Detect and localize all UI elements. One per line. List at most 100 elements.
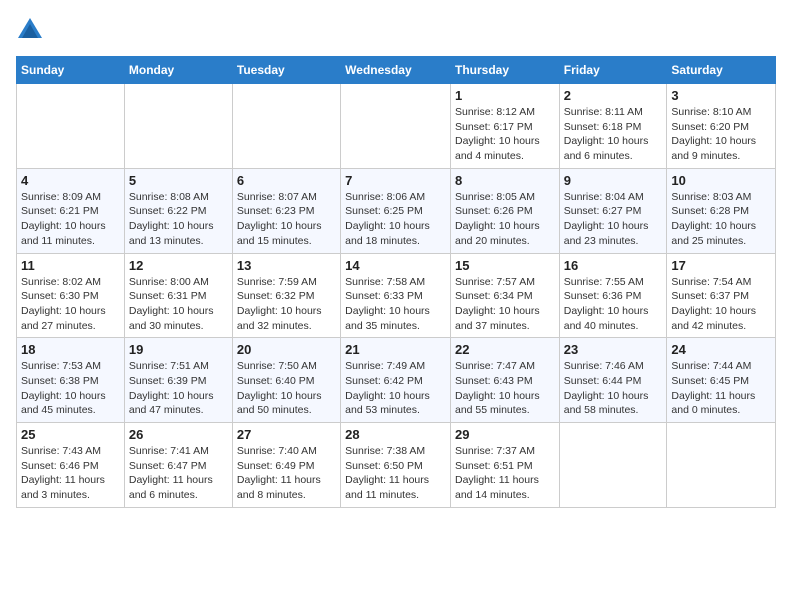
day-info: Sunrise: 7:51 AM Sunset: 6:39 PM Dayligh… — [129, 359, 228, 418]
day-info: Sunrise: 8:00 AM Sunset: 6:31 PM Dayligh… — [129, 275, 228, 334]
day-number: 21 — [345, 342, 446, 357]
day-info: Sunrise: 7:46 AM Sunset: 6:44 PM Dayligh… — [564, 359, 663, 418]
day-info: Sunrise: 7:43 AM Sunset: 6:46 PM Dayligh… — [21, 444, 120, 503]
day-info: Sunrise: 7:53 AM Sunset: 6:38 PM Dayligh… — [21, 359, 120, 418]
day-number: 26 — [129, 427, 228, 442]
day-cell: 23 Sunrise: 7:46 AM Sunset: 6:44 PM Dayli… — [559, 338, 667, 423]
day-cell: 21 Sunrise: 7:49 AM Sunset: 6:42 PM Dayli… — [341, 338, 451, 423]
day-cell: 17Sunrise: 7:54 AM Sunset: 6:37 PM Dayli… — [667, 253, 776, 338]
day-number: 13 — [237, 258, 336, 273]
day-info: Sunrise: 7:57 AM Sunset: 6:34 PM Dayligh… — [455, 275, 555, 334]
day-number: 5 — [129, 173, 228, 188]
day-number: 2 — [564, 88, 663, 103]
day-number: 18 — [21, 342, 120, 357]
logo — [16, 16, 48, 44]
day-cell: 29 Sunrise: 7:37 AM Sunset: 6:51 PM Dayli… — [450, 423, 559, 508]
day-cell: 1 Sunrise: 8:12 AM Sunset: 6:17 PM Daylig… — [450, 84, 559, 169]
day-cell: 24 Sunrise: 7:44 AM Sunset: 6:45 PM Dayli… — [667, 338, 776, 423]
day-info: Sunrise: 8:06 AM Sunset: 6:25 PM Dayligh… — [345, 190, 446, 249]
day-info: Sunrise: 8:04 AM Sunset: 6:27 PM Dayligh… — [564, 190, 663, 249]
day-cell: 9 Sunrise: 8:04 AM Sunset: 6:27 PM Daylig… — [559, 168, 667, 253]
day-cell: 6 Sunrise: 8:07 AM Sunset: 6:23 PM Daylig… — [232, 168, 340, 253]
day-cell — [17, 84, 125, 169]
day-info: Sunrise: 7:58 AM Sunset: 6:33 PM Dayligh… — [345, 275, 446, 334]
day-number: 4 — [21, 173, 120, 188]
day-info: Sunrise: 7:59 AM Sunset: 6:32 PM Dayligh… — [237, 275, 336, 334]
day-info: Sunrise: 7:50 AM Sunset: 6:40 PM Dayligh… — [237, 359, 336, 418]
day-cell: 13 Sunrise: 7:59 AM Sunset: 6:32 PM Dayli… — [232, 253, 340, 338]
week-row-4: 18 Sunrise: 7:53 AM Sunset: 6:38 PM Dayli… — [17, 338, 776, 423]
day-cell: 16Sunrise: 7:55 AM Sunset: 6:36 PM Dayli… — [559, 253, 667, 338]
day-number: 15 — [455, 258, 555, 273]
day-info: Sunrise: 8:09 AM Sunset: 6:21 PM Dayligh… — [21, 190, 120, 249]
day-cell: 3Sunrise: 8:10 AM Sunset: 6:20 PM Daylig… — [667, 84, 776, 169]
week-row-3: 11 Sunrise: 8:02 AM Sunset: 6:30 PM Dayli… — [17, 253, 776, 338]
header-monday: Monday — [124, 57, 232, 84]
day-number: 19 — [129, 342, 228, 357]
day-info: Sunrise: 8:03 AM Sunset: 6:28 PM Dayligh… — [671, 190, 771, 249]
day-info: Sunrise: 8:07 AM Sunset: 6:23 PM Dayligh… — [237, 190, 336, 249]
day-cell: 2Sunrise: 8:11 AM Sunset: 6:18 PM Daylig… — [559, 84, 667, 169]
day-cell — [232, 84, 340, 169]
day-cell: 10 Sunrise: 8:03 AM Sunset: 6:28 PM Dayli… — [667, 168, 776, 253]
header-saturday: Saturday — [667, 57, 776, 84]
calendar-table: SundayMondayTuesdayWednesdayThursdayFrid… — [16, 56, 776, 508]
header-tuesday: Tuesday — [232, 57, 340, 84]
day-info: Sunrise: 7:44 AM Sunset: 6:45 PM Dayligh… — [671, 359, 771, 418]
day-cell: 18 Sunrise: 7:53 AM Sunset: 6:38 PM Dayli… — [17, 338, 125, 423]
day-number: 12 — [129, 258, 228, 273]
day-number: 3 — [671, 88, 771, 103]
header-sunday: Sunday — [17, 57, 125, 84]
logo-icon — [16, 16, 44, 44]
header-thursday: Thursday — [450, 57, 559, 84]
day-number: 9 — [564, 173, 663, 188]
day-info: Sunrise: 7:41 AM Sunset: 6:47 PM Dayligh… — [129, 444, 228, 503]
day-number: 11 — [21, 258, 120, 273]
day-number: 22 — [455, 342, 555, 357]
day-cell: 27 Sunrise: 7:40 AM Sunset: 6:49 PM Dayli… — [232, 423, 340, 508]
day-cell: 11 Sunrise: 8:02 AM Sunset: 6:30 PM Dayli… — [17, 253, 125, 338]
day-cell: 25Sunrise: 7:43 AM Sunset: 6:46 PM Dayli… — [17, 423, 125, 508]
day-info: Sunrise: 7:38 AM Sunset: 6:50 PM Dayligh… — [345, 444, 446, 503]
day-number: 1 — [455, 88, 555, 103]
header-wednesday: Wednesday — [341, 57, 451, 84]
page-header — [16, 16, 776, 44]
day-cell: 19 Sunrise: 7:51 AM Sunset: 6:39 PM Dayli… — [124, 338, 232, 423]
day-number: 10 — [671, 173, 771, 188]
day-cell — [667, 423, 776, 508]
day-cell: 4 Sunrise: 8:09 AM Sunset: 6:21 PM Daylig… — [17, 168, 125, 253]
calendar-header-row: SundayMondayTuesdayWednesdayThursdayFrid… — [17, 57, 776, 84]
day-cell: 15 Sunrise: 7:57 AM Sunset: 6:34 PM Dayli… — [450, 253, 559, 338]
day-info: Sunrise: 7:49 AM Sunset: 6:42 PM Dayligh… — [345, 359, 446, 418]
day-info: Sunrise: 7:54 AM Sunset: 6:37 PM Dayligh… — [671, 275, 771, 334]
day-cell — [341, 84, 451, 169]
day-cell — [124, 84, 232, 169]
day-cell: 14 Sunrise: 7:58 AM Sunset: 6:33 PM Dayli… — [341, 253, 451, 338]
day-info: Sunrise: 7:47 AM Sunset: 6:43 PM Dayligh… — [455, 359, 555, 418]
day-info: Sunrise: 8:02 AM Sunset: 6:30 PM Dayligh… — [21, 275, 120, 334]
day-number: 8 — [455, 173, 555, 188]
week-row-5: 25Sunrise: 7:43 AM Sunset: 6:46 PM Dayli… — [17, 423, 776, 508]
day-number: 14 — [345, 258, 446, 273]
day-info: Sunrise: 8:05 AM Sunset: 6:26 PM Dayligh… — [455, 190, 555, 249]
day-cell: 20Sunrise: 7:50 AM Sunset: 6:40 PM Dayli… — [232, 338, 340, 423]
day-number: 28 — [345, 427, 446, 442]
day-number: 6 — [237, 173, 336, 188]
day-cell: 12 Sunrise: 8:00 AM Sunset: 6:31 PM Dayli… — [124, 253, 232, 338]
day-number: 29 — [455, 427, 555, 442]
day-number: 7 — [345, 173, 446, 188]
day-cell: 5 Sunrise: 8:08 AM Sunset: 6:22 PM Daylig… — [124, 168, 232, 253]
day-cell: 28 Sunrise: 7:38 AM Sunset: 6:50 PM Dayli… — [341, 423, 451, 508]
day-cell: 8 Sunrise: 8:05 AM Sunset: 6:26 PM Daylig… — [450, 168, 559, 253]
header-friday: Friday — [559, 57, 667, 84]
week-row-2: 4 Sunrise: 8:09 AM Sunset: 6:21 PM Daylig… — [17, 168, 776, 253]
week-row-1: 1 Sunrise: 8:12 AM Sunset: 6:17 PM Daylig… — [17, 84, 776, 169]
day-number: 23 — [564, 342, 663, 357]
day-info: Sunrise: 7:40 AM Sunset: 6:49 PM Dayligh… — [237, 444, 336, 503]
day-info: Sunrise: 8:08 AM Sunset: 6:22 PM Dayligh… — [129, 190, 228, 249]
day-cell — [559, 423, 667, 508]
day-info: Sunrise: 7:37 AM Sunset: 6:51 PM Dayligh… — [455, 444, 555, 503]
day-number: 24 — [671, 342, 771, 357]
day-number: 27 — [237, 427, 336, 442]
day-info: Sunrise: 8:12 AM Sunset: 6:17 PM Dayligh… — [455, 105, 555, 164]
